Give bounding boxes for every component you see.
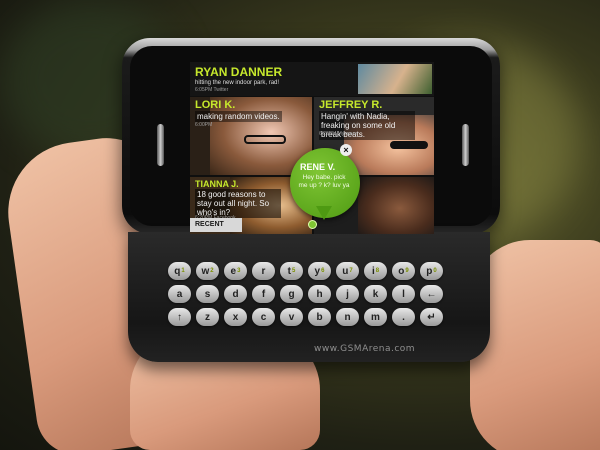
key-1-0[interactable]: a — [168, 285, 191, 303]
key-label: ↑ — [177, 311, 182, 323]
key-1-8[interactable]: l — [392, 285, 415, 303]
key-label: a — [176, 288, 183, 300]
key-0-9[interactable]: p0 — [420, 262, 443, 280]
right-speaker-slot — [462, 124, 469, 166]
key-number: 8 — [375, 268, 380, 274]
key-label: t — [287, 265, 291, 277]
key-1-5[interactable]: h — [308, 285, 331, 303]
key-label: y — [314, 265, 321, 277]
key-label: s — [204, 288, 211, 300]
close-icon[interactable]: × — [340, 144, 352, 156]
header-meta: 6:05PM Twitter — [195, 87, 229, 93]
key-0-2[interactable]: e3 — [224, 262, 247, 280]
keyboard-row: a s d f g h j k l ← — [168, 285, 458, 303]
key-0-8[interactable]: o9 — [392, 262, 415, 280]
key-label: j — [346, 288, 349, 300]
sunglasses-icon — [390, 141, 428, 149]
key-label: k — [372, 288, 379, 300]
key-label: p — [426, 265, 433, 277]
key-1-6[interactable]: j — [336, 285, 359, 303]
tile-lori[interactable]: LORI K. making random videos. 6:00PM — [190, 97, 312, 175]
key-label: c — [260, 311, 267, 323]
key-0-3[interactable]: r — [252, 262, 275, 280]
tianna-name: TIANNA J. — [195, 179, 239, 189]
recent-tab[interactable]: RECENT — [190, 218, 242, 232]
lori-name: LORI K. — [195, 99, 236, 111]
left-speaker-slot — [157, 124, 164, 166]
key-0-7[interactable]: i8 — [364, 262, 387, 280]
key-1-3[interactable]: f — [252, 285, 275, 303]
key-number: 7 — [349, 268, 353, 274]
keyboard-row: q1 w2 e3 r t5 y6 u7 i8 o9 p0 — [168, 262, 458, 280]
key-0-0[interactable]: q1 — [168, 262, 191, 280]
key-label: ← — [426, 288, 437, 300]
watermark: www.GSMArena.com — [314, 344, 416, 354]
header-tile[interactable]: RYAN DANNER hitting the new indoor park,… — [190, 62, 434, 96]
key-label: r — [261, 265, 266, 277]
bubble-sender: RENE V. — [300, 162, 336, 172]
key-label: h — [316, 288, 323, 300]
slide-out-keyboard: q 1 w 2 e 3 r t 5 y 6 u 7 i 8 o 9 p 0 a s d f g h j k l ← ↑ z x c v b n m. ↵ — [128, 232, 490, 362]
key-number: 9 — [405, 268, 409, 274]
key-label: q — [174, 265, 181, 277]
key-label: l — [402, 288, 405, 300]
key-label: b — [316, 311, 323, 323]
key-label: u — [342, 265, 349, 277]
key-label: z — [205, 311, 210, 323]
bubble-message: Hey babe. pick me up ? k? luv ya — [298, 174, 350, 189]
key-label: m — [371, 311, 380, 323]
key-0-6[interactable]: u7 — [336, 262, 359, 280]
key-number: 1 — [181, 268, 185, 274]
key-number: 2 — [210, 268, 214, 274]
key-2-3[interactable]: c — [252, 308, 275, 326]
key-number: 5 — [292, 268, 296, 274]
key-2-6[interactable]: n — [336, 308, 359, 326]
key-0-4[interactable]: t5 — [280, 262, 303, 280]
key-label: o — [398, 265, 405, 277]
smiling-person-photo — [358, 177, 434, 234]
indicator-dot[interactable] — [308, 220, 317, 229]
keyboard-keys: q 1 w 2 e 3 r t 5 y 6 u 7 i 8 o 9 p 0 a s d f g h j k l ← ↑ z x c v b n m. ↵ — [168, 262, 458, 331]
header-photo — [358, 64, 432, 94]
key-label: n — [344, 311, 351, 323]
key-2-7[interactable]: m — [364, 308, 387, 326]
key-2-9[interactable]: ↵ — [420, 308, 443, 326]
keyboard-row: ↑ z x c v b n m. ↵ — [168, 308, 458, 326]
key-1-1[interactable]: s — [196, 285, 219, 303]
key-1-2[interactable]: d — [224, 285, 247, 303]
lori-text: making random videos. — [195, 111, 282, 122]
key-label: d — [232, 288, 239, 300]
message-bubble-tail — [316, 206, 332, 220]
key-1-7[interactable]: k — [364, 285, 387, 303]
key-label: . — [402, 311, 405, 323]
key-0-5[interactable]: y6 — [308, 262, 331, 280]
key-2-0[interactable]: ↑ — [168, 308, 191, 326]
key-2-1[interactable]: z — [196, 308, 219, 326]
key-1-4[interactable]: g — [280, 285, 303, 303]
jeffrey-meta: 6:20PM Myspace — [319, 131, 358, 137]
key-label: f — [261, 288, 266, 300]
key-1-9[interactable]: ← — [420, 285, 443, 303]
key-label: ↵ — [427, 311, 436, 323]
key-label: x — [232, 311, 239, 323]
key-number: 6 — [321, 268, 325, 274]
lori-meta: 6:00PM — [195, 122, 213, 128]
key-0-1[interactable]: w2 — [196, 262, 219, 280]
key-2-4[interactable]: v — [280, 308, 303, 326]
key-label: e — [230, 265, 237, 277]
jeffrey-name: JEFFREY R. — [319, 99, 383, 111]
key-2-5[interactable]: b — [308, 308, 331, 326]
key-number: 0 — [433, 268, 437, 274]
key-2-8[interactable]: . — [392, 308, 415, 326]
glasses-icon — [244, 135, 286, 144]
tianna-text: 18 good reasons to stay out all night. S… — [195, 189, 281, 218]
key-2-2[interactable]: x — [224, 308, 247, 326]
key-label: i — [371, 265, 375, 277]
header-name: RYAN DANNER — [195, 65, 283, 79]
key-number: 3 — [237, 268, 241, 274]
key-label: w — [201, 265, 210, 277]
key-label: g — [288, 288, 295, 300]
key-label: v — [288, 311, 295, 323]
